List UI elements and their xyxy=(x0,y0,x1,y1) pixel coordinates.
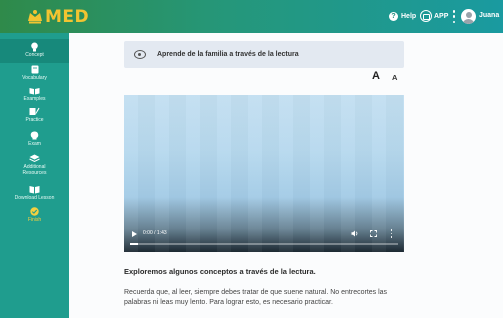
book-icon xyxy=(29,65,40,74)
avatar[interactable] xyxy=(461,9,476,24)
video-frame xyxy=(124,95,404,252)
video-progress-fill xyxy=(130,243,139,245)
video-options-icon[interactable] xyxy=(390,229,393,238)
eye-icon xyxy=(134,50,146,59)
pencil-icon xyxy=(29,107,40,116)
sidebar-item-label: Additional Resources xyxy=(22,164,47,176)
open-book-icon xyxy=(29,86,40,95)
main-content: Aprende de la familia a través de la lec… xyxy=(69,33,503,318)
video-progress-track[interactable] xyxy=(130,243,398,245)
lesson-title: Aprende de la familia a través de la lec… xyxy=(157,51,299,58)
lesson-paragraph: Recuerda que, al leer, siempre debes tra… xyxy=(124,289,388,306)
lesson-title-bar: Aprende de la familia a través de la lec… xyxy=(124,41,404,68)
sidebar-item-examples[interactable]: Examples xyxy=(0,86,69,102)
sidebar-item-label: Exam xyxy=(28,141,41,147)
top-header: MED ? Help APP Juana xyxy=(0,0,503,33)
sidebar: Concept Vocabulary Examples Practice Exa… xyxy=(0,33,69,318)
more-menu-icon[interactable] xyxy=(452,10,456,23)
app-icon xyxy=(420,10,432,22)
sidebar-item-practice[interactable]: Practice xyxy=(0,107,69,123)
logo-text: MED xyxy=(45,7,90,27)
volume-icon[interactable] xyxy=(351,230,359,237)
app-label: APP xyxy=(434,12,449,20)
sidebar-item-additional-resources[interactable]: Additional Resources xyxy=(0,154,69,176)
logo[interactable]: MED xyxy=(26,7,89,27)
section-subtitle: Exploremos algunos conceptos a través de… xyxy=(124,267,316,276)
logo-icon xyxy=(28,10,42,24)
play-icon[interactable] xyxy=(132,231,137,237)
sidebar-item-label: Examples xyxy=(23,96,46,102)
font-size-decrease-button[interactable]: A xyxy=(392,73,397,82)
user-name[interactable]: Juana xyxy=(479,12,499,19)
sidebar-item-label: Finish xyxy=(27,217,42,223)
sidebar-item-label: Concept xyxy=(25,52,44,58)
brain-icon xyxy=(29,131,40,140)
sidebar-item-download-lesson[interactable]: Download Lesson xyxy=(0,185,69,201)
help-label: Help xyxy=(401,13,417,20)
sidebar-item-label: Practice xyxy=(25,117,44,123)
sidebar-item-exam[interactable]: Exam xyxy=(0,131,69,147)
video-player[interactable]: 0:00 / 1:43 xyxy=(124,95,404,252)
sidebar-item-concept[interactable]: Concept xyxy=(0,39,69,63)
question-icon: ? xyxy=(389,12,398,21)
check-circle-icon xyxy=(29,207,40,216)
video-time: 0:00 / 1:43 xyxy=(143,230,167,236)
sidebar-item-label: Download Lesson xyxy=(14,195,55,201)
app-button[interactable]: APP xyxy=(420,10,448,22)
download-book-icon xyxy=(29,185,40,194)
fullscreen-icon[interactable] xyxy=(370,230,377,237)
lightbulb-icon xyxy=(29,42,40,51)
sidebar-item-finish[interactable]: Finish xyxy=(0,207,69,223)
sidebar-item-label: Vocabulary xyxy=(22,75,47,81)
help-button[interactable]: ? Help xyxy=(389,12,416,21)
font-size-increase-button[interactable]: A xyxy=(372,70,380,82)
layers-icon xyxy=(29,154,40,163)
sidebar-item-vocabulary[interactable]: Vocabulary xyxy=(0,65,69,81)
